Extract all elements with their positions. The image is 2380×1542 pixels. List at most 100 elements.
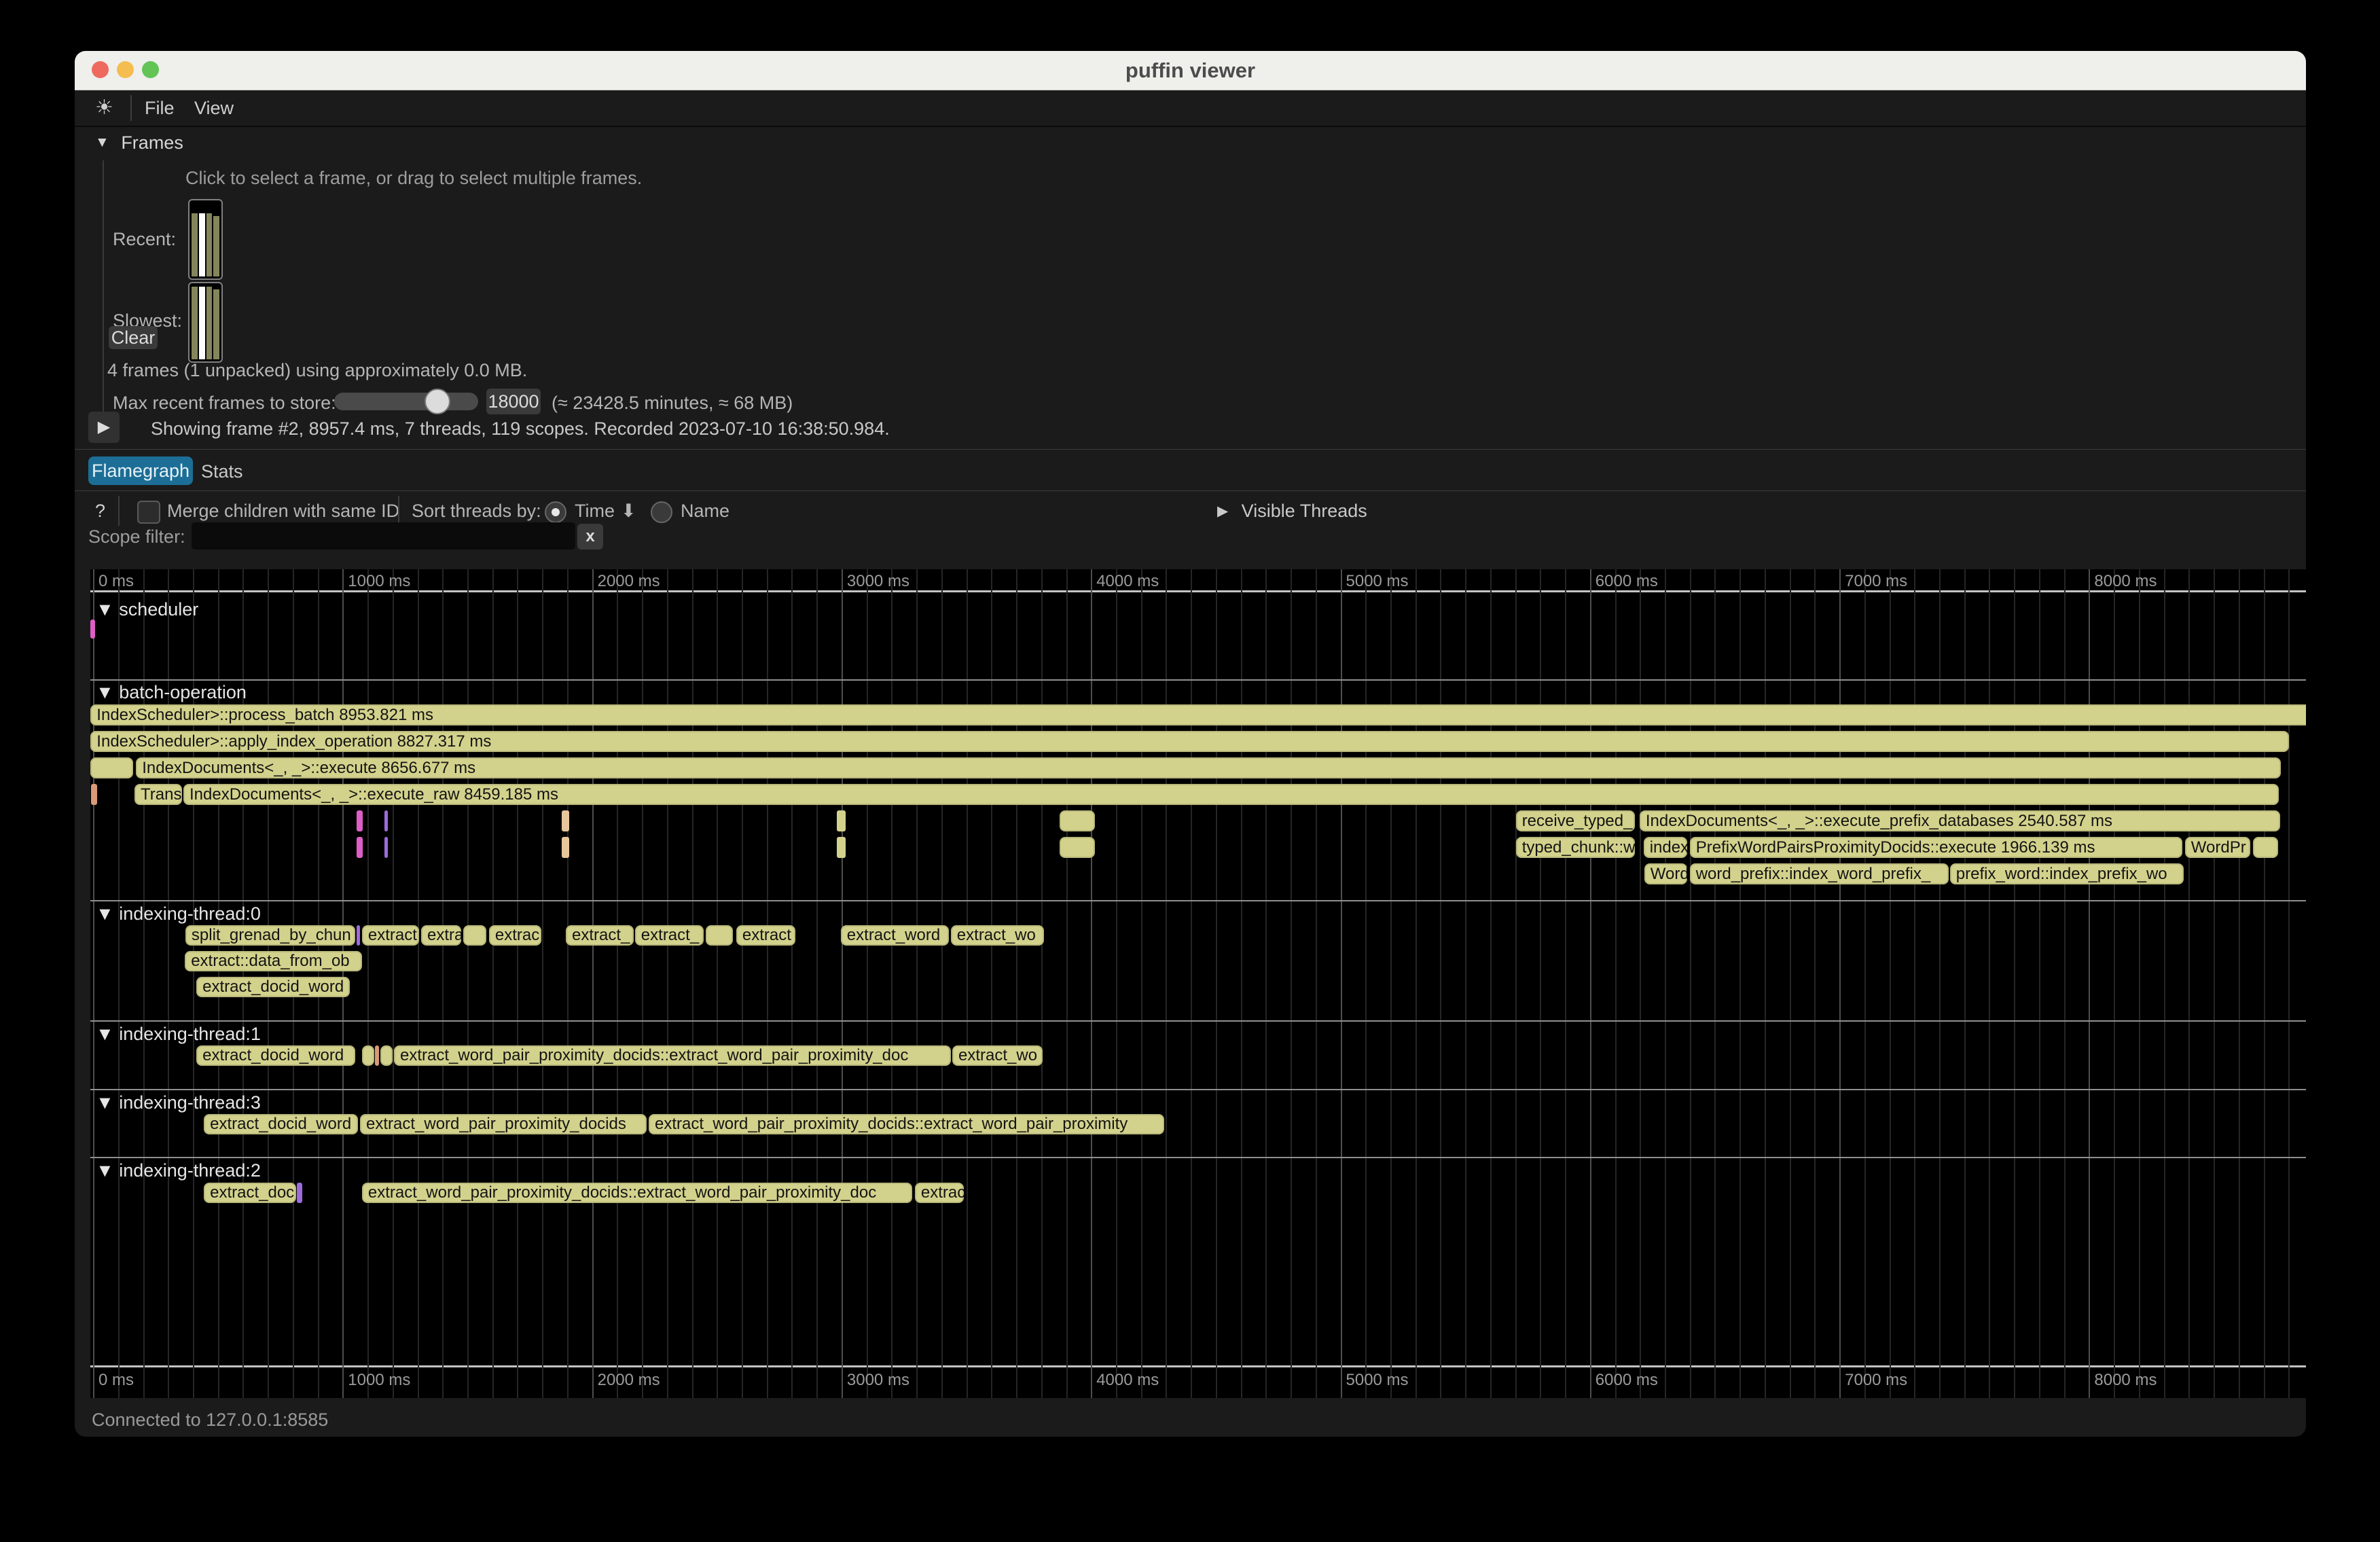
frame-bar[interactable]	[199, 213, 205, 276]
merge-children-label[interactable]: Merge children with same ID	[167, 501, 399, 522]
scope-bar[interactable]: extract_wo	[951, 925, 1044, 946]
thread-label[interactable]: ▼ scheduler	[96, 599, 198, 620]
scope-bar[interactable]: extract_word_pair_proximity_docids::extr…	[362, 1183, 912, 1203]
recent-frames-thumbnail[interactable]	[188, 199, 223, 280]
tab-flamegraph[interactable]: Flamegraph	[88, 456, 193, 485]
menu-view[interactable]: View	[194, 98, 234, 119]
scope-bar[interactable]: IndexDocuments<_, _>::execute 8656.677 m…	[136, 757, 2281, 778]
sort-name-label[interactable]: Name	[681, 501, 729, 522]
sort-arrow-icon[interactable]: ⬇	[621, 501, 636, 522]
scope-bar[interactable]	[384, 810, 388, 831]
scope-bar[interactable]	[91, 784, 97, 805]
frame-bar[interactable]	[206, 213, 213, 276]
tab-stats[interactable]: Stats	[201, 461, 243, 482]
menu-file[interactable]: File	[145, 98, 175, 119]
scope-bar[interactable]: IndexDocuments<_, _>::execute_raw 8459.1…	[183, 784, 2279, 805]
scope-bar[interactable]	[384, 837, 388, 858]
scope-bar[interactable]	[357, 837, 363, 858]
visible-threads-header[interactable]: ▶ Visible Threads	[1217, 501, 1367, 522]
scope-bar[interactable]	[362, 1045, 374, 1066]
scope-bar[interactable]: extract	[362, 925, 419, 946]
merge-children-checkbox[interactable]	[137, 501, 160, 524]
scope-bar[interactable]: Word	[1644, 863, 1687, 884]
scope-bar[interactable]	[562, 810, 569, 831]
frame-bar[interactable]	[192, 213, 198, 276]
scope-bar[interactable]: extract_wo	[952, 1045, 1043, 1066]
slider-knob[interactable]	[425, 389, 450, 414]
scope-bar[interactable]: split_grenad_by_chun	[185, 925, 355, 946]
scope-bar[interactable]	[463, 925, 486, 946]
scope-bar[interactable]: extrac	[489, 925, 541, 946]
scope-bar[interactable]: extract_docid_word	[196, 1045, 355, 1066]
scope-bar[interactable]	[706, 925, 733, 946]
scope-bar[interactable]	[375, 1045, 379, 1066]
frame-bar[interactable]	[213, 216, 219, 276]
scope-bar[interactable]	[837, 837, 846, 858]
gridline	[1665, 569, 1666, 1398]
thread-label[interactable]: ▼ indexing-thread:0	[96, 903, 261, 925]
scope-bar[interactable]: extract_doc	[204, 1183, 296, 1203]
max-frames-slider[interactable]	[334, 393, 478, 410]
clear-button[interactable]: Clear	[109, 326, 158, 349]
frame-bar[interactable]	[199, 287, 205, 359]
scope-bar[interactable]	[1060, 810, 1095, 831]
scope-bar[interactable]: IndexScheduler>::apply_index_operation 8…	[90, 731, 2289, 752]
scope-filter-input[interactable]	[192, 522, 575, 550]
scope-bar[interactable]: extra	[421, 925, 461, 946]
frame-bar[interactable]	[192, 287, 198, 359]
scope-bar[interactable]: extract_docid_word	[204, 1114, 358, 1134]
scope-bar[interactable]: word_prefix::index_word_prefix_	[1690, 863, 1949, 884]
thread-label[interactable]: ▼ indexing-thread:2	[96, 1160, 261, 1181]
thread-label[interactable]: ▼ batch-operation	[96, 682, 247, 703]
scope-bar[interactable]: receive_typed_	[1516, 810, 1635, 831]
scope-bar[interactable]	[90, 757, 132, 778]
scope-bar[interactable]	[837, 810, 846, 831]
scope-bar[interactable]: extract_	[566, 925, 634, 946]
frame-bar[interactable]	[206, 287, 213, 359]
gridline	[1914, 569, 1915, 1398]
scope-bar[interactable]: IndexScheduler>::process_batch 8953.821 …	[90, 704, 2306, 725]
scope-bar[interactable]	[357, 810, 363, 831]
scope-bar[interactable]: IndexDocuments<_, _>::execute_prefix_dat…	[1640, 810, 2280, 831]
clear-filter-button[interactable]: x	[577, 524, 603, 550]
scope-bar[interactable]: typed_chunk::w	[1516, 837, 1635, 858]
frames-section-header[interactable]: ▼ Frames	[95, 132, 183, 154]
scope-bar[interactable]: prefix_word::index_prefix_wo	[1950, 863, 2184, 884]
scope-bar[interactable]: WordPr	[2185, 837, 2250, 858]
menu-bar: ☀ File View	[75, 90, 2306, 127]
ruler-tick-label: 2000 ms	[598, 1371, 660, 1390]
thread-label[interactable]: ▼ indexing-thread:3	[96, 1092, 261, 1113]
scope-bar[interactable]: extract_	[635, 925, 704, 946]
frame-bar[interactable]	[213, 289, 219, 359]
scope-bar[interactable]: extract_docid_word	[196, 977, 350, 997]
frames-summary: 4 frames (1 unpacked) using approximatel…	[107, 360, 527, 381]
scope-bar[interactable]	[1060, 837, 1095, 858]
scope-bar[interactable]: extract_word_pair_proximity_docids::extr…	[394, 1045, 951, 1066]
scope-bar[interactable]: extract_word_pair_proximity_docids::extr…	[649, 1114, 1164, 1134]
thread-label[interactable]: ▼ indexing-thread:1	[96, 1024, 261, 1045]
flamegraph-canvas[interactable]: 0 ms0 ms1000 ms1000 ms2000 ms2000 ms3000…	[90, 569, 2306, 1398]
sort-name-radio[interactable]	[651, 501, 672, 523]
collapse-triangle-icon: ▼	[95, 135, 109, 150]
scope-bar[interactable]: extrac	[915, 1183, 964, 1203]
scope-bar[interactable]: extract	[736, 925, 795, 946]
scope-bar[interactable]	[380, 1045, 393, 1066]
help-button[interactable]: ?	[95, 501, 105, 522]
sort-time-label[interactable]: Time	[575, 501, 615, 522]
scope-bar[interactable]: extract_word	[841, 925, 949, 946]
max-frames-value[interactable]: 18000	[486, 389, 541, 414]
scope-bar[interactable]: extract_word_pair_proximity_docids	[360, 1114, 647, 1134]
scope-bar[interactable]	[90, 620, 95, 639]
sort-time-radio[interactable]	[545, 501, 566, 523]
slowest-frames-thumbnail[interactable]	[188, 282, 223, 363]
theme-sun-icon[interactable]: ☀	[95, 96, 113, 120]
scope-bar[interactable]	[297, 1183, 302, 1203]
scope-bar[interactable]: Trans	[134, 784, 182, 805]
scope-bar[interactable]: index	[1644, 837, 1687, 858]
scope-bar[interactable]: extract::data_from_ob	[185, 951, 362, 971]
scope-bar[interactable]	[562, 837, 569, 858]
scope-bar[interactable]	[2253, 837, 2279, 858]
scope-bar[interactable]: PrefixWordPairsProximityDocids::execute …	[1690, 837, 2182, 858]
play-button[interactable]: ▶	[88, 412, 120, 443]
scope-bar[interactable]	[357, 925, 360, 946]
